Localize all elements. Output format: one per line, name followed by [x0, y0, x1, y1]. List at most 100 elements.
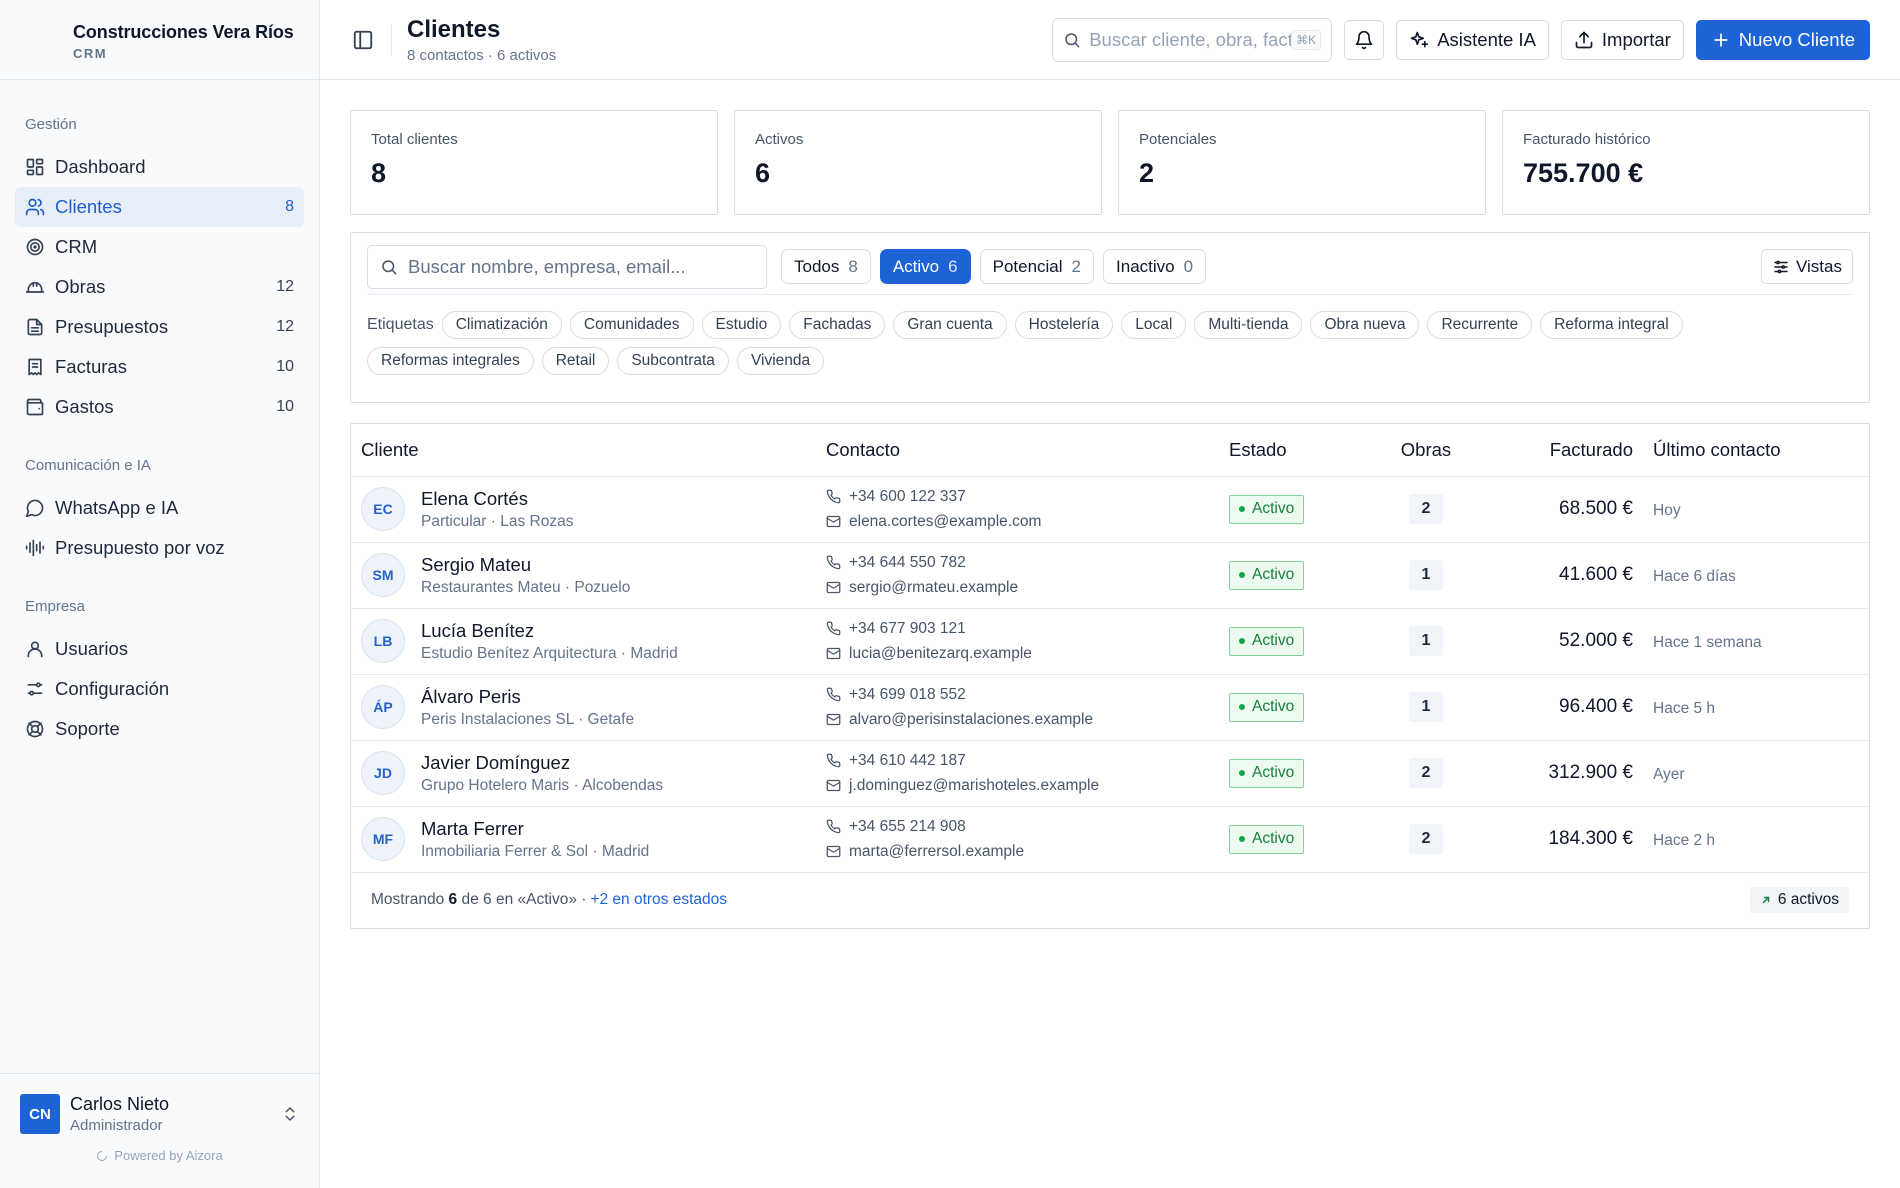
- sidebar-item-soporte[interactable]: Soporte: [15, 709, 304, 749]
- sidebar-item-usuarios[interactable]: Usuarios: [15, 629, 304, 669]
- last-contact-cell: Ayer: [1643, 740, 1869, 807]
- table-row[interactable]: ÁP Álvaro Peris Peris Instalaciones SL · G…: [351, 674, 1869, 741]
- global-search[interactable]: Buscar cliente, obra, factura... ⌘K: [1052, 17, 1333, 62]
- client-name[interactable]: Javier Domínguez: [421, 752, 663, 774]
- tag-chip[interactable]: Hostelería: [1014, 311, 1114, 339]
- email-address[interactable]: sergio@rmateu.example: [849, 575, 1018, 600]
- global-search-input[interactable]: Buscar cliente, obra, factura...: [1089, 29, 1291, 51]
- status-badge: Activo: [1229, 692, 1305, 722]
- obras-cell: 1: [1371, 674, 1481, 741]
- phone-line: +34 699 018 552: [826, 682, 1209, 707]
- document-icon: [25, 317, 45, 337]
- sidebar-item-dashboard[interactable]: Dashboard: [15, 147, 304, 187]
- tag-chip[interactable]: Local: [1121, 311, 1187, 339]
- email-address[interactable]: marta@ferrersol.example: [849, 839, 1024, 864]
- email-address[interactable]: j.dominguez@marishoteles.example: [849, 773, 1099, 798]
- client-search[interactable]: Buscar nombre, empresa, email...: [367, 244, 767, 289]
- phone-number[interactable]: +34 644 550 782: [849, 550, 966, 575]
- sidebar-item-facturas[interactable]: Facturas 10: [15, 347, 304, 387]
- other-states-link[interactable]: +2 en otros estados: [590, 891, 727, 909]
- phone-number[interactable]: +34 655 214 908: [849, 814, 966, 839]
- email-address[interactable]: lucia@benitezarq.example: [849, 641, 1032, 666]
- tag-chip[interactable]: Comunidades: [569, 311, 694, 339]
- user-icon: [25, 639, 45, 659]
- active-count-text: 6 activos: [1777, 891, 1839, 908]
- filter-chip-activo[interactable]: Activo 6: [879, 249, 971, 284]
- tag-chip[interactable]: Obra nueva: [1310, 311, 1420, 339]
- sidebar-item-count: 10: [276, 358, 294, 375]
- sidebar-item-presupuesto-por-voz[interactable]: Presupuesto por voz: [15, 528, 304, 568]
- client-name[interactable]: Marta Ferrer: [421, 818, 649, 840]
- tag-chip[interactable]: Climatización: [441, 311, 562, 339]
- filter-chip-todos[interactable]: Todos 8: [781, 249, 871, 284]
- billed-cell: 96.400 €: [1481, 674, 1643, 741]
- ai-assistant-button[interactable]: Asistente IA: [1396, 19, 1549, 60]
- client-search-input[interactable]: Buscar nombre, empresa, email...: [408, 256, 686, 278]
- sidebar-item-gastos[interactable]: Gastos 10: [15, 387, 304, 427]
- column-header[interactable]: Obras: [1371, 424, 1481, 477]
- new-client-button[interactable]: Nuevo Cliente: [1695, 19, 1870, 60]
- table-row[interactable]: LB Lucía Benítez Estudio Benítez Arquitect…: [351, 608, 1869, 675]
- status-dot: [1239, 572, 1245, 578]
- client-info: JD Javier Domínguez Grupo Hotelero Maris ·…: [361, 751, 806, 795]
- sidebar-item-label: WhatsApp e IA: [55, 497, 179, 518]
- email-address[interactable]: alvaro@perisinstalaciones.example: [849, 707, 1093, 732]
- mail-icon: [826, 514, 841, 529]
- sidebar-item-crm[interactable]: CRM: [15, 227, 304, 267]
- chip-label: Potencial: [992, 256, 1063, 276]
- column-header[interactable]: Contacto: [816, 424, 1219, 477]
- status-cell: Activo: [1219, 806, 1371, 873]
- tag-chip[interactable]: Fachadas: [789, 311, 886, 339]
- client-name[interactable]: Álvaro Peris: [421, 686, 634, 708]
- sidebar-item-obras[interactable]: Obras 12: [15, 267, 304, 307]
- table-row[interactable]: EC Elena Cortés Particular · Las Rozas +34 …: [351, 476, 1869, 543]
- stat-value: 6: [755, 158, 771, 188]
- column-header[interactable]: Facturado: [1481, 424, 1643, 477]
- client-name[interactable]: Lucía Benítez: [421, 620, 678, 642]
- tag-chip[interactable]: Multi-tienda: [1194, 311, 1303, 339]
- user-menu[interactable]: CN Carlos Nieto Administrador: [0, 1074, 319, 1134]
- tag-chip[interactable]: Vivienda: [736, 347, 825, 375]
- column-header[interactable]: Último contacto: [1643, 424, 1869, 477]
- filter-chip-inactivo[interactable]: Inactivo 0: [1103, 249, 1207, 284]
- last-contact: Hace 5 h: [1653, 699, 1716, 717]
- tag-chip[interactable]: Gran cuenta: [893, 311, 1007, 339]
- client-name[interactable]: Sergio Mateu: [421, 554, 630, 576]
- email-address[interactable]: elena.cortes@example.com: [849, 509, 1041, 534]
- phone-number[interactable]: +34 600 122 337: [849, 484, 966, 509]
- notifications-button[interactable]: [1344, 19, 1385, 60]
- views-button[interactable]: Vistas: [1761, 249, 1853, 284]
- sidebar-item-whatsapp-e-ia[interactable]: WhatsApp e IA: [15, 488, 304, 528]
- tag-chip[interactable]: Reforma integral: [1540, 311, 1683, 339]
- contact-cell: +34 655 214 908 marta@ferrersol.example: [816, 806, 1219, 873]
- column-header[interactable]: Cliente: [351, 424, 816, 477]
- phone-number[interactable]: +34 610 442 187: [849, 748, 966, 773]
- import-button[interactable]: Importar: [1560, 19, 1684, 60]
- table-row[interactable]: SM Sergio Mateu Restaurantes Mateu · Pozue…: [351, 542, 1869, 609]
- sidebar-item-label: Dashboard: [55, 156, 146, 177]
- tag-chip[interactable]: Recurrente: [1427, 311, 1533, 339]
- status-dot: [1239, 704, 1245, 710]
- phone-number[interactable]: +34 677 903 121: [849, 616, 966, 641]
- table-row[interactable]: JD Javier Domínguez Grupo Hotelero Maris ·…: [351, 740, 1869, 807]
- settings-icon: [25, 679, 45, 699]
- sidebar-item-clientes[interactable]: Clientes 8: [15, 187, 304, 227]
- client-company: Estudio Benítez Arquitectura · Madrid: [421, 644, 678, 662]
- table-row[interactable]: MF Marta Ferrer Inmobiliaria Ferrer & Sol …: [351, 806, 1869, 873]
- sidebar-item-presupuestos[interactable]: Presupuestos 12: [15, 307, 304, 347]
- filter-chip-potencial[interactable]: Potencial 2: [979, 249, 1095, 284]
- receipt-icon: [25, 357, 45, 377]
- sidebar-item-count: 10: [276, 398, 294, 415]
- tag-chip[interactable]: Reformas integrales: [367, 347, 534, 375]
- nav-section-title: Comunicación e IA: [25, 457, 151, 474]
- sidebar-item-configuracion[interactable]: Configuración: [15, 669, 304, 709]
- tag-chip[interactable]: Subcontrata: [617, 347, 729, 375]
- tag-chip[interactable]: Estudio: [701, 311, 782, 339]
- sidebar-toggle-icon[interactable]: [352, 29, 374, 51]
- phone-number[interactable]: +34 699 018 552: [849, 682, 966, 707]
- tag-chip[interactable]: Retail: [541, 347, 610, 375]
- column-header[interactable]: Estado: [1219, 424, 1371, 477]
- chevron-updown-icon[interactable]: [281, 1105, 299, 1123]
- email-line: alvaro@perisinstalaciones.example: [826, 707, 1209, 732]
- client-name[interactable]: Elena Cortés: [421, 488, 573, 510]
